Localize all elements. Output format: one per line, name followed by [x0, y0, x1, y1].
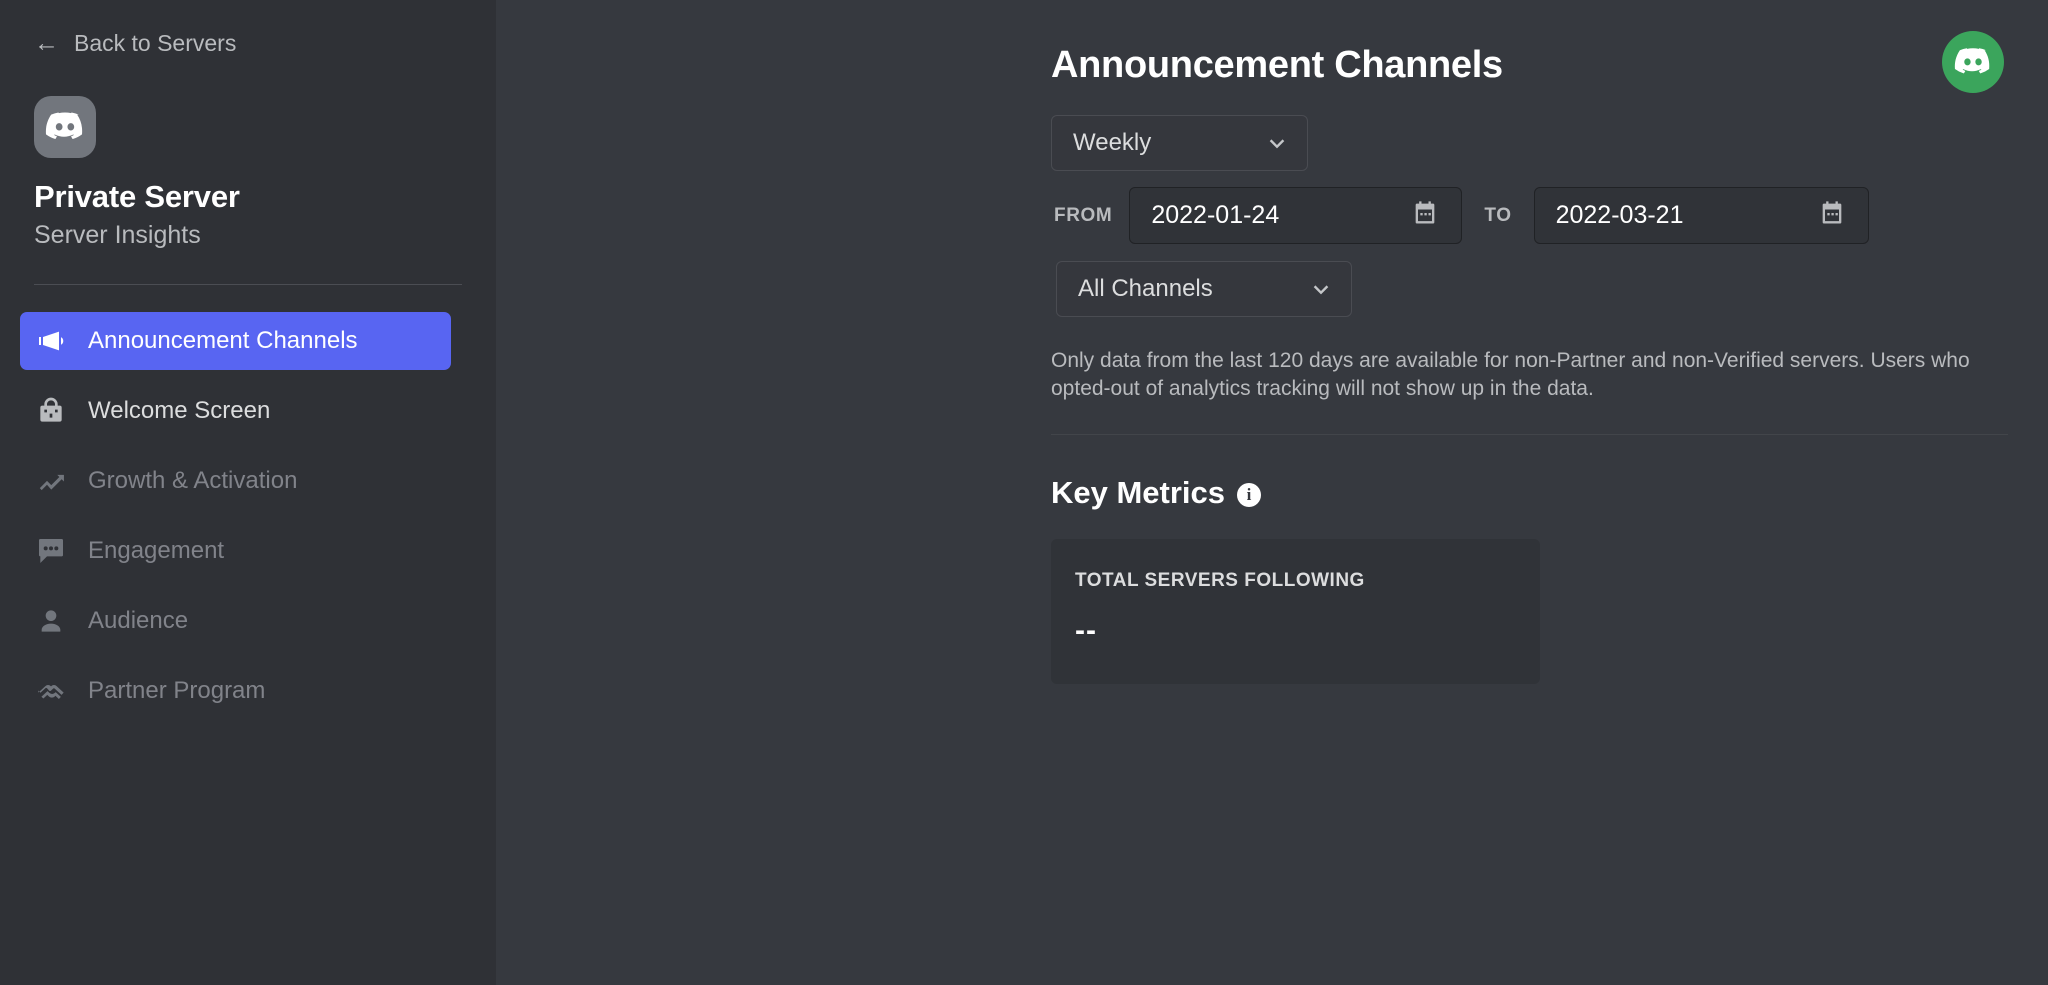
key-metrics-title: Key Metrics — [1051, 474, 1226, 510]
page-title: Announcement Channels — [1051, 44, 1503, 86]
megaphone-icon — [34, 324, 68, 358]
to-label: TO — [1484, 204, 1512, 226]
back-to-servers-label: Back to Servers — [74, 29, 237, 56]
period-select-value: Weekly — [1073, 129, 1152, 156]
discord-badge[interactable] — [1942, 31, 2004, 93]
server-name: Private Server — [34, 179, 240, 214]
person-icon — [34, 604, 68, 638]
metric-card-total-servers-following: TOTAL SERVERS FOLLOWING -- — [1051, 538, 1540, 684]
sidebar-item-label: Growth & Activation — [88, 467, 298, 494]
server-avatar — [34, 96, 96, 158]
sidebar-item-label: Audience — [88, 607, 189, 634]
sidebar-item-engagement[interactable]: Engagement — [20, 522, 451, 580]
from-label: FROM — [1054, 204, 1113, 226]
server-subtitle: Server Insights — [34, 221, 201, 249]
chat-bubble-icon — [34, 534, 68, 568]
discord-logo-icon — [45, 112, 83, 139]
main-inner: Announcement Channels Weekly FROM 2022-0… — [496, 44, 2048, 684]
channel-select-value: All Channels — [1078, 275, 1213, 302]
key-metrics-grid: TOTAL SERVERS FOLLOWING -- — [1051, 538, 2008, 684]
to-date-value: 2022-03-21 — [1555, 201, 1684, 229]
channel-select[interactable]: All Channels — [1056, 261, 1352, 317]
welcome-screen-icon — [34, 394, 68, 428]
calendar-icon[interactable] — [1818, 199, 1846, 232]
sidebar-item-label: Engagement — [88, 537, 225, 564]
calendar-icon[interactable] — [1411, 199, 1439, 232]
arrow-left-icon: ← — [34, 28, 59, 57]
sidebar-nav: Announcement Channels Welcome Screen Gro… — [0, 312, 496, 720]
main-content: Announcement Channels Weekly FROM 2022-0… — [496, 0, 2048, 985]
sidebar-item-label: Partner Program — [88, 677, 266, 704]
sidebar-item-growth-activation[interactable]: Growth & Activation — [20, 452, 451, 510]
content-divider — [1051, 433, 2008, 435]
period-select[interactable]: Weekly — [1051, 115, 1308, 171]
to-date-input[interactable]: 2022-03-21 — [1533, 187, 1869, 244]
sidebar: ← Back to Servers Private Server Server … — [0, 0, 496, 985]
trending-up-icon — [34, 464, 68, 498]
date-range-row: FROM 2022-01-24 TO 2022-03-21 — [1051, 187, 2008, 244]
sidebar-item-label: Welcome Screen — [88, 397, 271, 424]
sidebar-item-label: Announcement Channels — [88, 327, 358, 354]
key-metrics-header: Key Metrics i — [1051, 475, 2008, 511]
metric-label: TOTAL SERVERS FOLLOWING — [1075, 569, 1365, 591]
back-to-servers-button[interactable]: ← Back to Servers — [0, 26, 496, 60]
metric-value: -- — [1075, 613, 1097, 647]
from-date-input[interactable]: 2022-01-24 — [1129, 187, 1463, 244]
info-icon[interactable]: i — [1237, 482, 1262, 507]
sidebar-item-partner-program[interactable]: Partner Program — [20, 662, 451, 720]
chevron-down-icon — [1310, 278, 1332, 300]
discord-logo-icon — [1954, 48, 1990, 74]
handshake-icon — [34, 674, 68, 708]
sidebar-item-announcement-channels[interactable]: Announcement Channels — [20, 312, 451, 370]
chevron-down-icon — [1266, 132, 1288, 154]
insights-page: ← Back to Servers Private Server Server … — [0, 0, 2048, 985]
from-date-value: 2022-01-24 — [1151, 201, 1280, 229]
sidebar-divider — [34, 284, 462, 285]
data-availability-disclaimer: Only data from the last 120 days are ava… — [1051, 349, 1970, 401]
sidebar-item-welcome-screen[interactable]: Welcome Screen — [20, 382, 451, 440]
sidebar-item-audience[interactable]: Audience — [20, 592, 451, 650]
